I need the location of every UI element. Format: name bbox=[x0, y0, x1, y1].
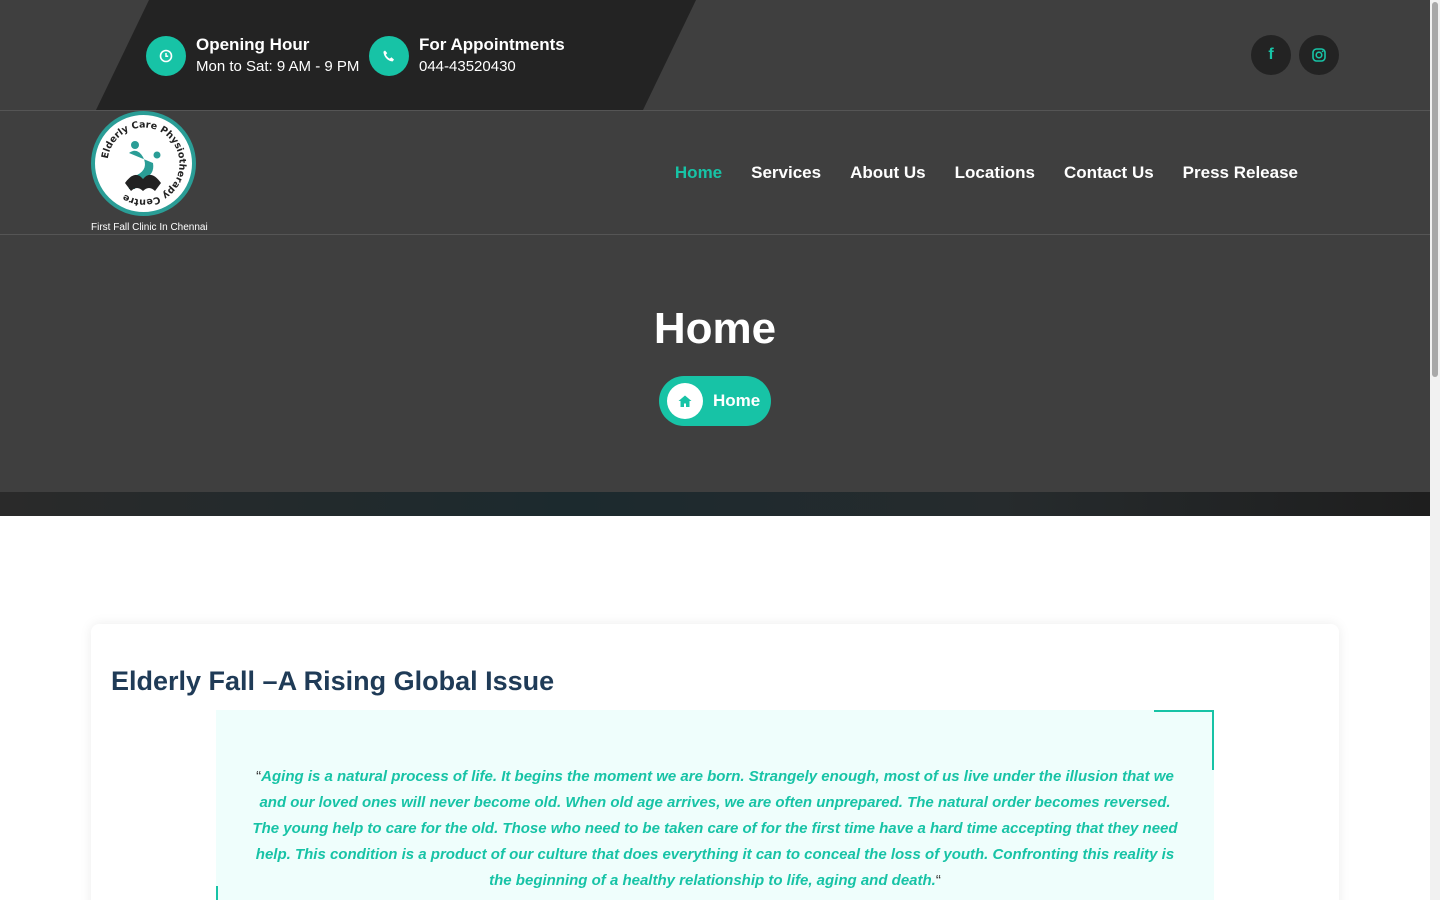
appointments-title: For Appointments bbox=[419, 35, 565, 54]
nav-home[interactable]: Home bbox=[675, 163, 722, 183]
breadcrumb[interactable]: Home bbox=[659, 376, 771, 426]
nav-about-us[interactable]: About Us bbox=[850, 163, 926, 183]
opening-hour-info: Opening Hour Mon to Sat: 9 AM - 9 PM bbox=[146, 35, 359, 77]
site-header: Elderly Care Physiotherapy Centre First … bbox=[0, 110, 1430, 235]
opening-hour-title: Opening Hour bbox=[196, 35, 310, 54]
nav-contact-us[interactable]: Contact Us bbox=[1064, 163, 1154, 183]
nav-locations[interactable]: Locations bbox=[955, 163, 1035, 183]
nav-services[interactable]: Services bbox=[751, 163, 821, 183]
article-quote-block: “Aging is a natural process of life. It … bbox=[216, 710, 1214, 900]
article-title: Elderly Fall –A Rising Global Issue bbox=[111, 666, 555, 696]
site-tagline: First Fall Clinic In Chennai bbox=[91, 222, 208, 233]
hero-image-strip bbox=[0, 492, 1430, 516]
scrollbar-thumb[interactable] bbox=[1432, 2, 1438, 377]
quote-corner-decoration bbox=[1154, 710, 1214, 770]
instagram-icon[interactable] bbox=[1299, 35, 1339, 75]
page-hero: Home Home bbox=[0, 235, 1430, 492]
site-logo[interactable]: Elderly Care Physiotherapy Centre bbox=[91, 111, 196, 216]
opening-hour-value: Mon to Sat: 9 AM - 9 PM bbox=[196, 58, 360, 75]
quote-text: “Aging is a natural process of life. It … bbox=[252, 764, 1178, 894]
clock-icon bbox=[146, 36, 186, 76]
quote-body: Aging is a natural process of life. It b… bbox=[252, 768, 1178, 889]
appointments-phone[interactable]: 044-43520430 bbox=[419, 57, 565, 77]
phone-icon bbox=[369, 36, 409, 76]
page-title: Home bbox=[653, 304, 777, 353]
main-nav: Home Services About Us Locations Contact… bbox=[675, 163, 1298, 183]
top-info-bar: Opening Hour Mon to Sat: 9 AM - 9 PM For… bbox=[0, 0, 1430, 110]
home-icon bbox=[667, 383, 703, 419]
breadcrumb-label: Home bbox=[713, 391, 761, 410]
quote-corner-decoration-bottom bbox=[216, 886, 218, 900]
appointments-info: For Appointments 044-43520430 bbox=[369, 35, 565, 77]
page-scrollbar[interactable] bbox=[1430, 0, 1440, 900]
facebook-icon[interactable]: f bbox=[1251, 35, 1291, 75]
nav-press-release[interactable]: Press Release bbox=[1183, 163, 1298, 183]
close-quote: “ bbox=[935, 872, 941, 889]
article-card: Elderly Fall –A Rising Global Issue “Agi… bbox=[91, 624, 1339, 900]
